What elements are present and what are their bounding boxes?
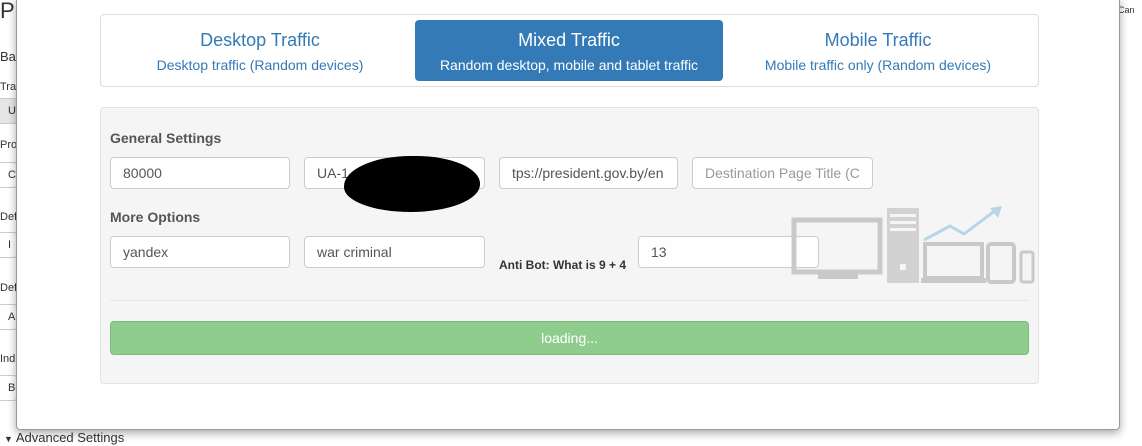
advanced-settings-toggle[interactable]: ▼ Advanced Settings xyxy=(4,430,124,445)
bg-fragment: Bo xyxy=(0,375,17,401)
tab-subtitle: Desktop traffic (Random devices) xyxy=(156,57,364,73)
tab-mixed-traffic[interactable]: Mixed Traffic Random desktop, mobile and… xyxy=(415,20,723,81)
bg-fragment: Def xyxy=(0,282,18,294)
devices-traffic-icon xyxy=(791,206,1035,284)
bg-fragment: A xyxy=(0,304,17,330)
general-settings-heading: General Settings xyxy=(110,130,222,146)
bg-fragment: Ind xyxy=(0,353,16,365)
advanced-settings-label: Advanced Settings xyxy=(15,430,125,445)
bg-fragment: I xyxy=(0,232,17,258)
tab-subtitle: Mobile traffic only (Random devices) xyxy=(764,57,992,73)
anti-bot-label: Anti Bot: What is 9 + 4 xyxy=(499,258,627,272)
tab-title: Desktop Traffic xyxy=(200,30,320,50)
bg-fragment: C xyxy=(0,162,17,188)
bg-fragment: Ba xyxy=(0,49,16,64)
bg-fragment: Def xyxy=(0,211,18,223)
bg-right-fragment: Can xyxy=(1118,5,1135,15)
destination-url-input[interactable]: tps://president.gov.by/en xyxy=(499,157,678,189)
tab-desktop-traffic[interactable]: Desktop Traffic Desktop traffic (Random … xyxy=(106,20,414,81)
settings-panel: General Settings 80000 UA-1 tps://presid… xyxy=(100,107,1039,384)
destination-title-input[interactable]: Destination Page Title (C xyxy=(692,157,873,189)
caret-down-icon: ▼ xyxy=(4,434,13,444)
search-engine-input[interactable]: yandex xyxy=(110,236,290,268)
more-options-heading: More Options xyxy=(110,209,201,225)
keyword-input[interactable]: war criminal xyxy=(304,236,485,268)
tab-title: Mixed Traffic xyxy=(518,30,620,50)
bg-fragment: Pro xyxy=(0,139,18,151)
submit-button[interactable]: loading... xyxy=(110,321,1029,355)
bg-fragment: UA xyxy=(0,98,17,124)
traffic-type-tabs: Desktop Traffic Desktop traffic (Random … xyxy=(100,14,1039,87)
tab-title: Mobile Traffic xyxy=(824,30,932,50)
tab-mobile-traffic[interactable]: Mobile Traffic Mobile traffic only (Rand… xyxy=(724,20,1032,81)
bg-fragment: Tra xyxy=(0,81,17,93)
divider xyxy=(110,300,1028,301)
tab-subtitle: Random desktop, mobile and tablet traffi… xyxy=(439,57,699,73)
traffic-modal: Desktop Traffic Desktop traffic (Random … xyxy=(16,0,1120,430)
visits-input[interactable]: 80000 xyxy=(110,157,290,189)
redaction-mark xyxy=(344,156,480,212)
